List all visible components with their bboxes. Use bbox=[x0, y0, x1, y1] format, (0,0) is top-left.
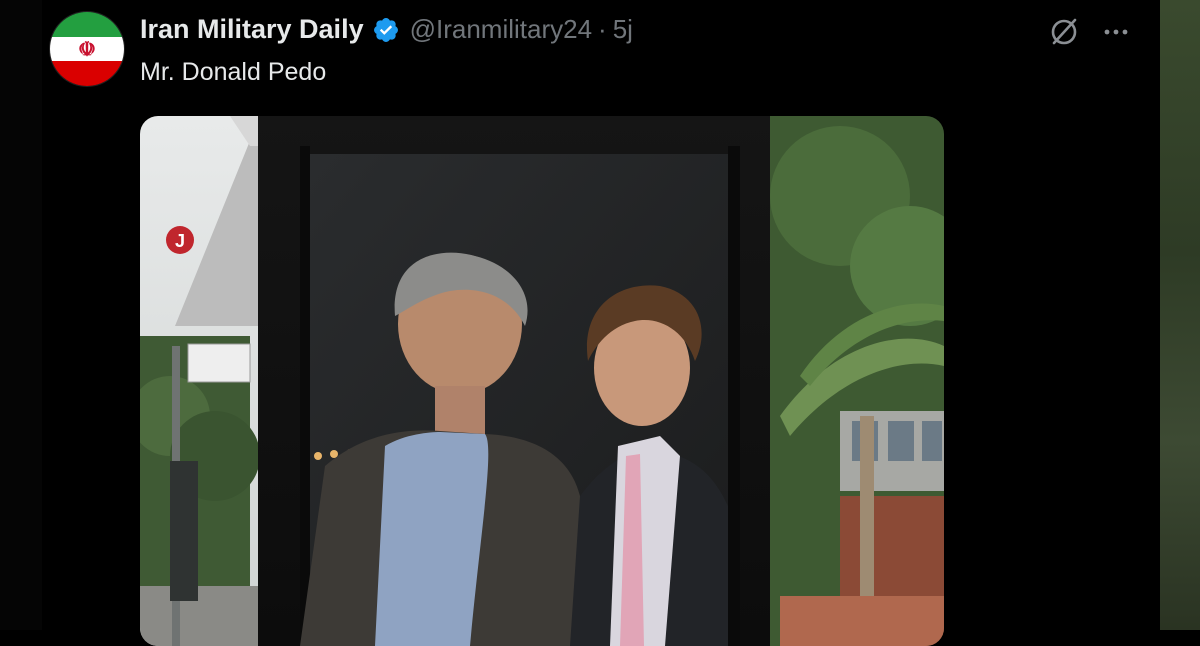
bus-shelter-photo: J bbox=[140, 116, 944, 646]
more-options-icon[interactable] bbox=[1100, 16, 1132, 48]
right-background-strip bbox=[1160, 0, 1200, 630]
verified-badge-icon[interactable] bbox=[372, 16, 400, 44]
tweet-header: Iran Military Daily @Iranmilitary24 · 5j bbox=[140, 14, 633, 45]
timestamp[interactable]: 5j bbox=[613, 14, 633, 45]
tweet-text: Mr. Donald Pedo bbox=[140, 58, 327, 86]
avatar[interactable]: ☫ bbox=[50, 12, 124, 86]
display-name[interactable]: Iran Military Daily bbox=[140, 14, 364, 45]
street-sign-letter: J bbox=[175, 231, 185, 251]
avatar-emblem: ☫ bbox=[78, 38, 96, 61]
grok-icon[interactable] bbox=[1048, 16, 1080, 48]
tweet-media-photo[interactable]: J bbox=[140, 116, 944, 646]
separator-dot: · bbox=[598, 14, 607, 44]
tweet-card[interactable]: ☫ Iran Military Daily @Iranmilitary24 · … bbox=[42, 0, 1160, 646]
left-gutter bbox=[0, 0, 42, 630]
account-handle[interactable]: @Iranmilitary24 bbox=[410, 14, 592, 45]
